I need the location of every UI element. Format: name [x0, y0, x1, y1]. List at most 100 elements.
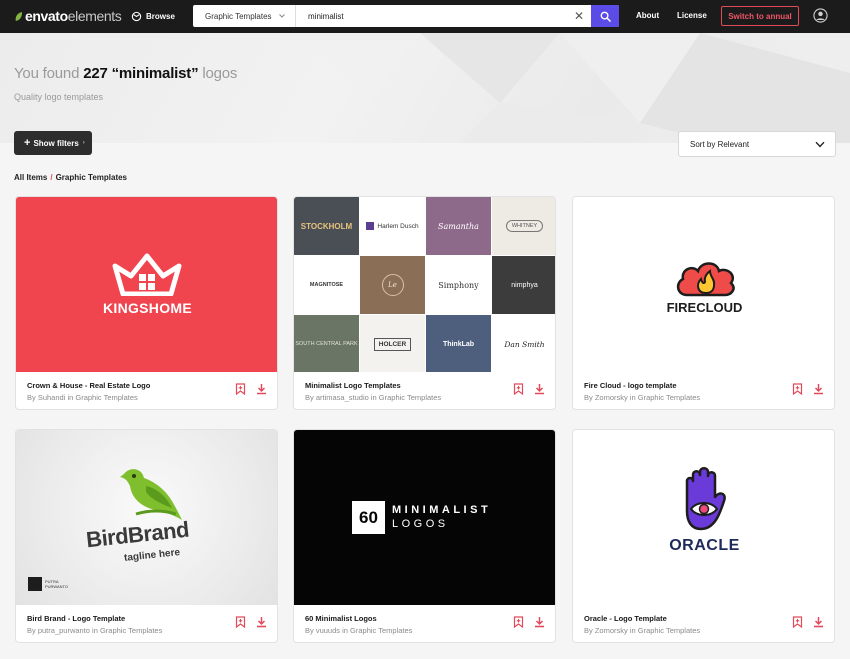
card-actions: [513, 383, 545, 395]
crown-house-logo-icon: [112, 253, 182, 296]
bookmark-add-icon[interactable]: [792, 383, 803, 395]
birdbrand-tagline: tagline here: [123, 547, 181, 564]
search-bar: Graphic Templates ✕: [193, 5, 619, 27]
search-icon: [600, 11, 611, 22]
result-card[interactable]: FIRECLOUD Fire Cloud - logo template By …: [572, 196, 835, 410]
result-card[interactable]: ORACLE Oracle - Logo Template By Zomorsk…: [572, 429, 835, 643]
card-author[interactable]: By putra_purwanto in Graphic Templates: [27, 626, 162, 635]
card-actions: [235, 383, 267, 395]
card-actions: [235, 616, 267, 628]
tile-le-label: Le: [381, 274, 404, 296]
minimalist-wordmark: MINIMALIST: [392, 504, 492, 516]
tile-le: Le: [360, 256, 425, 314]
browse-label: Browse: [146, 12, 175, 21]
results-headline: You found 227 “minimalist” logos: [14, 65, 238, 82]
author-badge-label: PUTRA PURWANTO: [45, 579, 69, 589]
download-icon[interactable]: [534, 616, 545, 628]
tile-harlem-dusch: Harlem Dusch: [360, 197, 425, 255]
search-category-select[interactable]: Graphic Templates: [193, 5, 296, 27]
tile-holcer-label: HOLCER: [373, 337, 412, 351]
oracle-wordmark: ORACLE: [669, 537, 740, 554]
bird-logo-icon: [120, 469, 182, 520]
breadcrumb-separator: /: [50, 173, 53, 182]
chevron-down-icon: [815, 141, 825, 148]
about-link[interactable]: About: [636, 11, 659, 20]
browse-menu-button[interactable]: Browse: [131, 8, 175, 25]
firecloud-wordmark: FIRECLOUD: [666, 300, 743, 315]
tile-nimphya: nimphya: [492, 256, 555, 314]
kingshome-wordmark: KINGSHOME: [102, 300, 193, 316]
card-title[interactable]: Crown & House - Real Estate Logo: [27, 381, 150, 390]
top-navigation-bar: envatoelements Browse Graphic Templates …: [0, 0, 850, 33]
logo-text: envatoelements: [25, 8, 122, 24]
card-title[interactable]: Minimalist Logo Templates: [305, 381, 401, 390]
tile-whitney: WHITNEY: [492, 197, 555, 255]
download-icon[interactable]: [813, 383, 824, 395]
show-filters-label: Show filters: [33, 138, 79, 148]
download-icon[interactable]: [256, 616, 267, 628]
caret-right-icon: ›: [82, 140, 85, 146]
result-card[interactable]: KINGSHOME Crown & House - Real Estate Lo…: [15, 196, 278, 410]
result-card[interactable]: STOCKHOLM Harlem Dusch Samantha WHITNEY …: [293, 196, 556, 410]
card-actions: [513, 616, 545, 628]
card-thumbnail[interactable]: 60 MINIMALIST LOGOS: [294, 430, 555, 605]
bookmark-add-icon[interactable]: [235, 383, 246, 395]
clear-icon[interactable]: ✕: [573, 10, 585, 22]
tile-thinklab: ThinkLab: [426, 315, 491, 372]
card-actions: [792, 383, 824, 395]
envato-elements-logo[interactable]: envatoelements: [14, 7, 122, 25]
card-thumbnail[interactable]: ORACLE: [573, 430, 834, 605]
sort-select[interactable]: Sort by Relevant: [678, 131, 836, 157]
bookmark-add-icon[interactable]: [513, 616, 524, 628]
search-input[interactable]: [297, 5, 567, 27]
fire-cloud-logo-icon: [676, 262, 735, 297]
chevron-down-icon: [279, 14, 285, 18]
download-icon[interactable]: [813, 616, 824, 628]
card-thumbnail[interactable]: FIRECLOUD: [573, 197, 834, 372]
card-author[interactable]: By Suhandi in Graphic Templates: [27, 393, 138, 402]
hero-background-pattern: [300, 33, 850, 143]
card-thumbnail[interactable]: STOCKHOLM Harlem Dusch Samantha WHITNEY …: [294, 197, 555, 372]
results-hero: [0, 33, 850, 143]
bookmark-add-icon[interactable]: [792, 616, 803, 628]
search-button[interactable]: [591, 5, 619, 27]
tile-stockholm: STOCKHOLM: [294, 197, 359, 255]
card-title[interactable]: Fire Cloud - logo template: [584, 381, 677, 390]
license-link[interactable]: License: [677, 11, 707, 20]
tile-simphony: Simphony: [426, 256, 491, 314]
card-title[interactable]: Oracle - Logo Template: [584, 614, 667, 623]
card-title[interactable]: Bird Brand - Logo Template: [27, 614, 125, 623]
tile-samantha: Samantha: [426, 197, 491, 255]
card-author[interactable]: By Zomorsky in Graphic Templates: [584, 393, 700, 402]
author-badge-icon: [28, 577, 42, 591]
search-category-label: Graphic Templates: [205, 11, 272, 21]
card-actions: [792, 616, 824, 628]
show-filters-button[interactable]: + Show filters ›: [14, 131, 92, 155]
bookmark-add-icon[interactable]: [235, 616, 246, 628]
tile-magnitose: MAGNITOSE: [294, 256, 359, 314]
card-author[interactable]: By vuuuds in Graphic Templates: [305, 626, 412, 635]
card-thumbnail[interactable]: BirdBrand tagline here PUTRA PURWANTO: [16, 430, 277, 605]
user-avatar-icon[interactable]: [813, 8, 828, 23]
plus-icon: +: [24, 137, 31, 149]
download-icon[interactable]: [256, 383, 267, 395]
browse-icon: [131, 11, 142, 22]
number-badge: 60: [352, 501, 385, 534]
card-author[interactable]: By Zomorsky in Graphic Templates: [584, 626, 700, 635]
result-card[interactable]: BirdBrand tagline here PUTRA PURWANTO Bi…: [15, 429, 278, 643]
sort-label: Sort by Relevant: [690, 139, 750, 149]
switch-to-annual-button[interactable]: Switch to annual: [721, 6, 799, 26]
card-title[interactable]: 60 Minimalist Logos: [305, 614, 377, 623]
card-author[interactable]: By artimasa_studio in Graphic Templates: [305, 393, 441, 402]
breadcrumb: All Items / Graphic Templates: [14, 173, 127, 182]
bookmark-add-icon[interactable]: [513, 383, 524, 395]
result-card[interactable]: 60 MINIMALIST LOGOS 60 Minimalist Logos …: [293, 429, 556, 643]
tile-holcer: HOLCER: [360, 315, 425, 372]
tile-dan-smith: Dan Smith: [492, 315, 555, 372]
card-thumbnail[interactable]: KINGSHOME: [16, 197, 277, 372]
logos-wordmark: LOGOS: [392, 518, 449, 530]
tile-harlem-dusch-label: Harlem Dusch: [377, 222, 419, 230]
breadcrumb-all-items[interactable]: All Items: [14, 173, 47, 182]
download-icon[interactable]: [534, 383, 545, 395]
breadcrumb-current[interactable]: Graphic Templates: [56, 173, 127, 182]
